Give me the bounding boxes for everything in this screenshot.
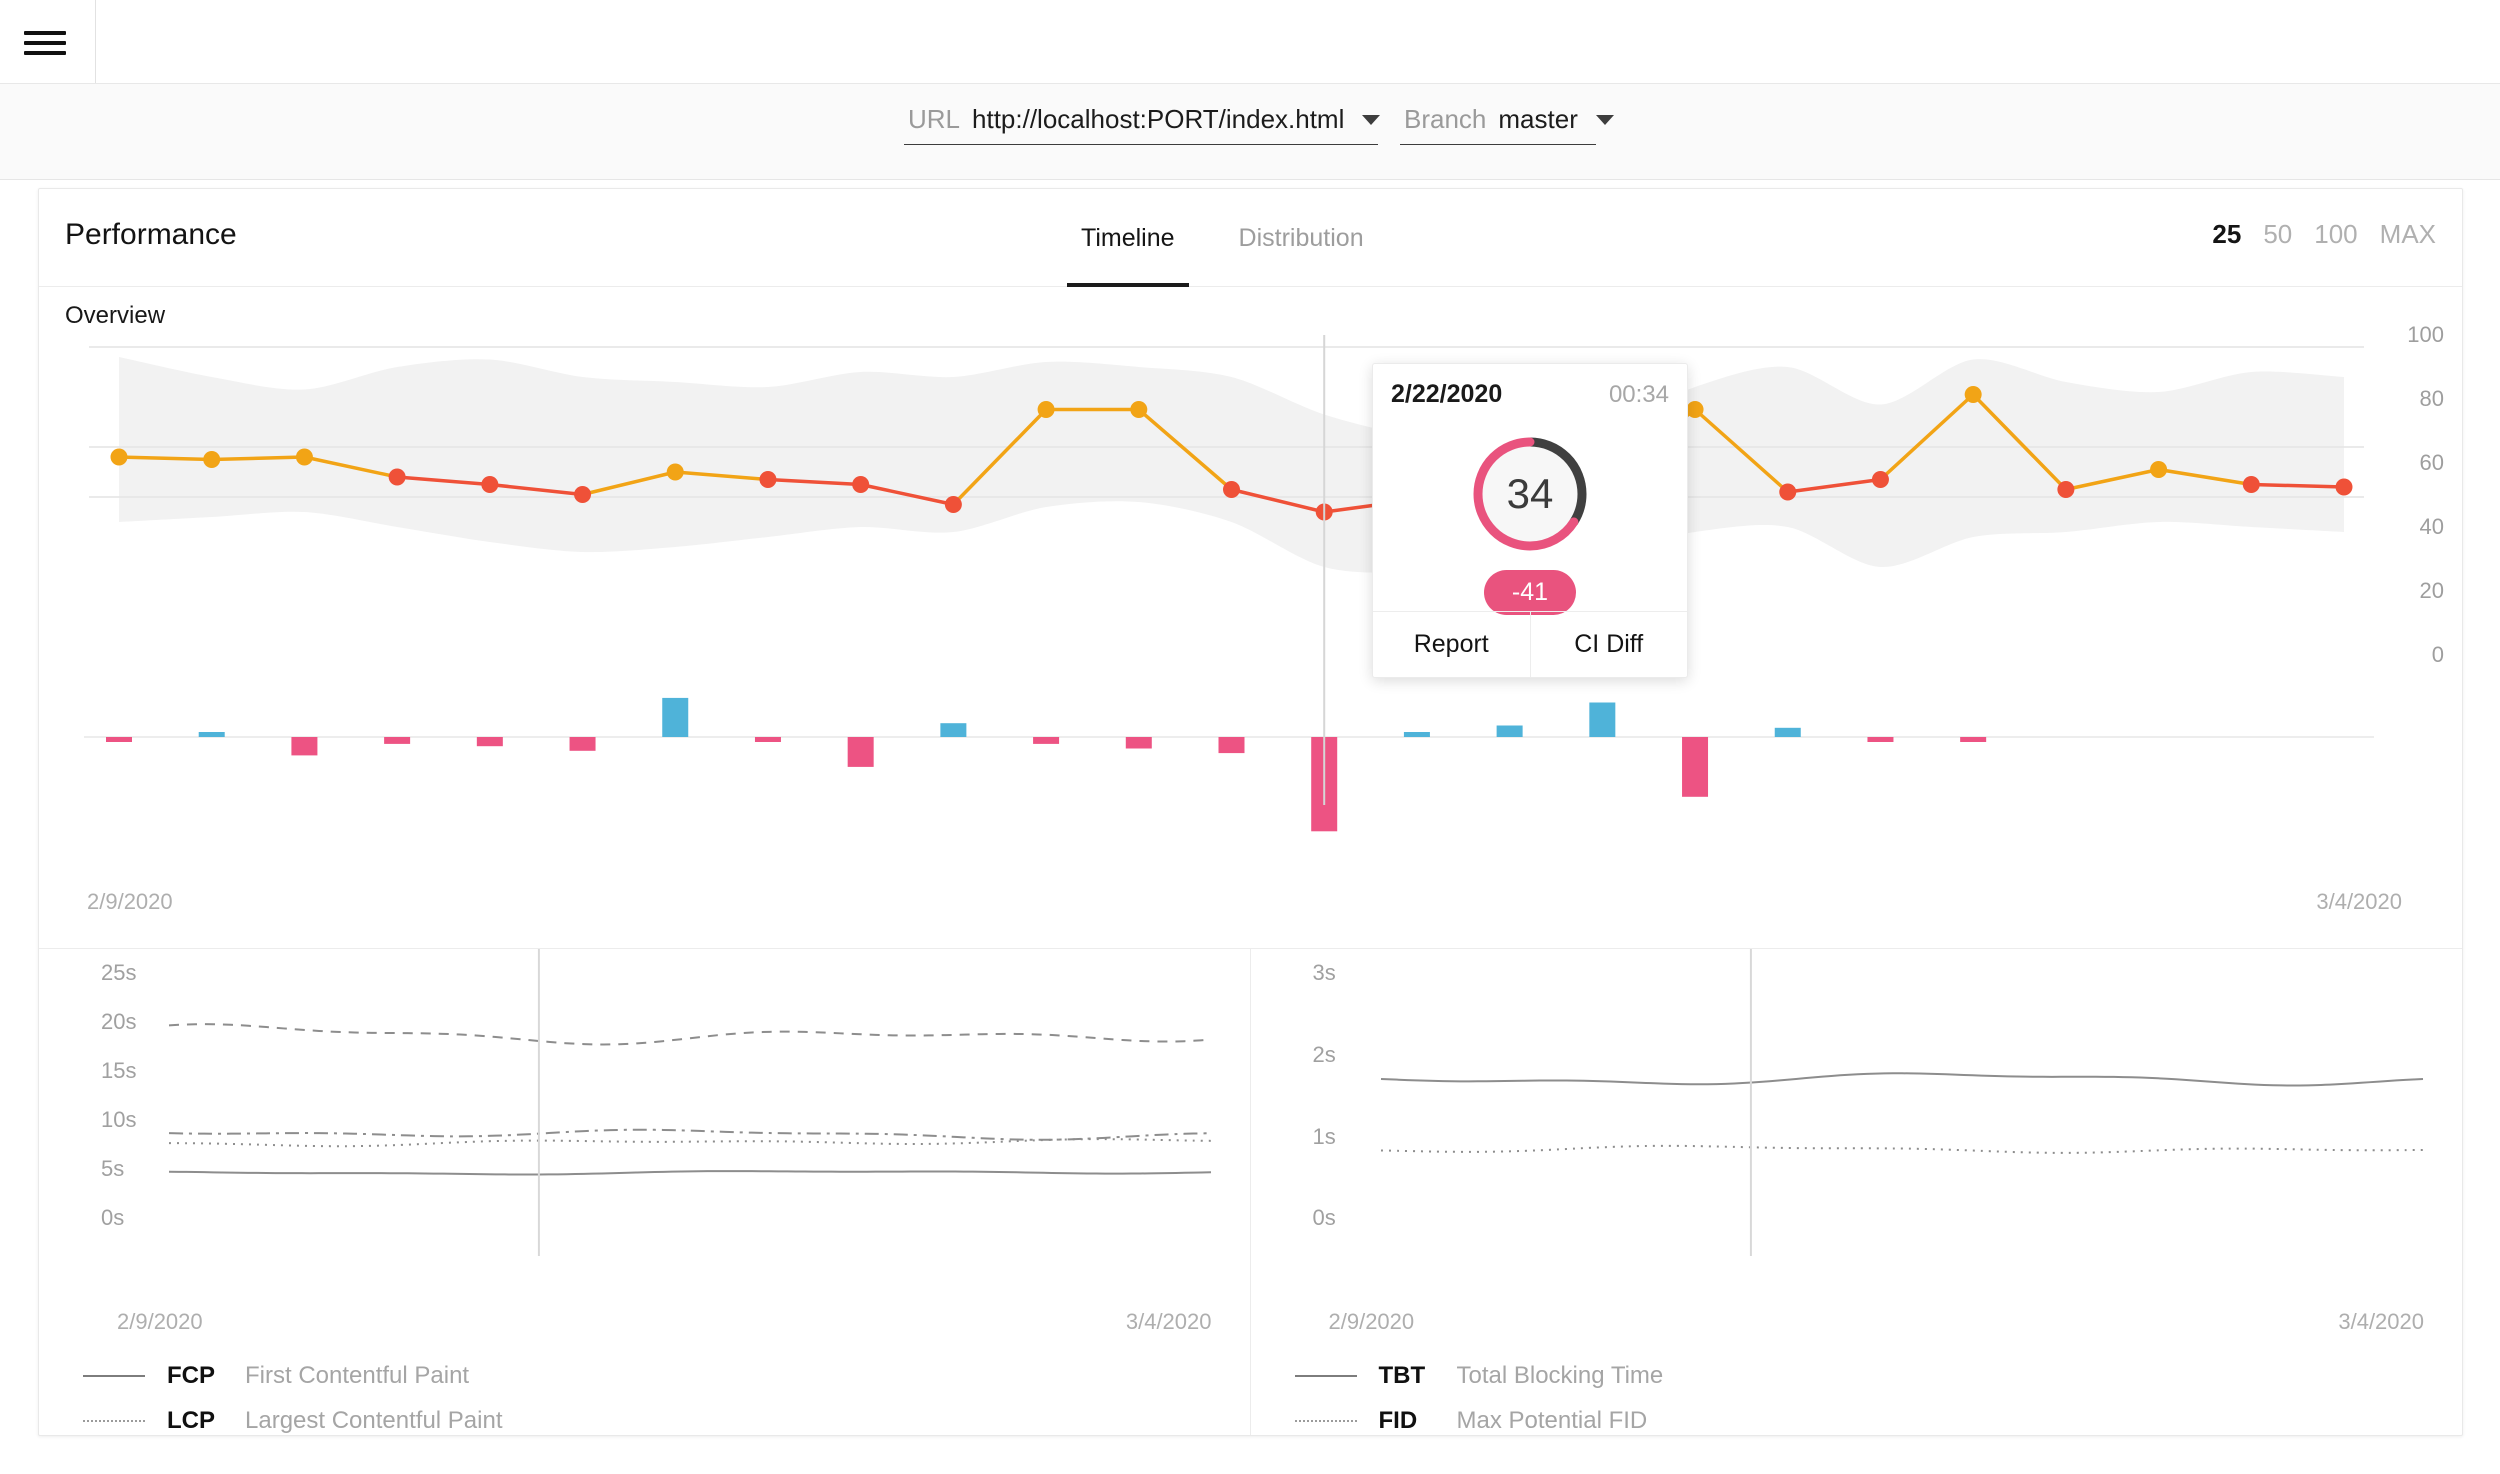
branch-selector-label: Branch (1404, 104, 1487, 134)
count-option-50[interactable]: 50 (2263, 219, 2292, 250)
legend-item-lcp[interactable]: LCP Largest Contentful Paint (83, 1398, 1230, 1435)
overview-chart[interactable] (39, 335, 2463, 895)
loading-metrics-legend: FCP First Contentful Paint LCP Largest C… (83, 1353, 1230, 1435)
legend-name: Max Potential FID (1456, 1406, 1648, 1434)
legend-item-tbt[interactable]: TBT Total Blocking Time (1294, 1353, 2443, 1398)
app-bar (0, 0, 2500, 84)
branch-selector-value: master (1498, 104, 1578, 134)
tab-timeline[interactable]: Timeline (1049, 189, 1207, 287)
chevron-down-icon (1362, 114, 1381, 125)
url-selector-value: http://localhost:PORT/index.html (972, 104, 1345, 134)
legend-name: Total Blocking Time (1456, 1361, 1664, 1389)
date-start: 2/9/2020 (1328, 1309, 1415, 1334)
performance-card: Performance Timeline Distribution 25 50 … (38, 188, 2463, 1436)
chevron-down-icon (1595, 114, 1614, 125)
status-badge: -41 (1483, 570, 1577, 615)
interactivity-metrics-chart[interactable] (1251, 949, 2463, 1299)
line-style-solid-icon (1294, 1374, 1357, 1377)
score-gauge: 34 (1464, 428, 1596, 560)
overview-section: Overview 100 80 60 40 20 0 2/9/2020 3/4/… (39, 287, 2462, 949)
overview-date-end: 3/4/2020 (2316, 889, 2402, 914)
line-style-solid-icon (83, 1374, 145, 1377)
loading-metrics-chart[interactable] (39, 949, 1251, 1299)
legend-abbr: FCP (167, 1361, 215, 1389)
report-button[interactable]: Report (1373, 612, 1530, 677)
tooltip-header: 2/22/2020 00:34 (1373, 364, 1687, 422)
date-end: 3/4/2020 (2338, 1309, 2424, 1334)
view-tabs: Timeline Distribution (1049, 189, 1396, 287)
page-title: Performance (65, 218, 237, 251)
metrics-section: 25s 20s 15s 10s 5s 0s 2/9/2020 3/4/2020 … (39, 949, 2462, 1435)
legend-item-fid[interactable]: FID Max Potential FID (1294, 1398, 2443, 1435)
legend-abbr: LCP (167, 1406, 215, 1434)
tooltip-date: 2/22/2020 (1391, 380, 1503, 408)
legend-abbr: TBT (1378, 1361, 1426, 1389)
interactivity-metrics-legend: TBT Total Blocking Time FID Max Potentia… (1294, 1353, 2443, 1435)
card-header: Performance Timeline Distribution 25 50 … (39, 189, 2462, 287)
count-option-100[interactable]: 100 (2314, 219, 2357, 250)
selector-group: URL http://localhost:PORT/index.html Bra… (904, 104, 1614, 145)
loading-metrics-panel: 25s 20s 15s 10s 5s 0s 2/9/2020 3/4/2020 … (39, 949, 1251, 1435)
date-end: 3/4/2020 (1125, 1309, 1212, 1334)
tooltip-actions: Report CI Diff (1373, 611, 1687, 677)
count-option-25[interactable]: 25 (2212, 219, 2241, 250)
legend-item-fcp[interactable]: FCP First Contentful Paint (83, 1353, 1230, 1398)
date-start: 2/9/2020 (117, 1309, 203, 1334)
run-tooltip-popup[interactable]: 2/22/2020 00:34 34 -41 Report CI Diff (1372, 363, 1688, 678)
branch-selector[interactable]: Branch master (1400, 104, 1614, 145)
line-style-dotted-icon (1294, 1419, 1357, 1422)
count-option-max[interactable]: MAX (2380, 219, 2436, 250)
legend-name: First Contentful Paint (245, 1361, 470, 1389)
interactivity-metrics-panel: 3s 2s 1s 0s 2/9/2020 3/4/2020 TBT Total … (1251, 949, 2463, 1435)
interactivity-metrics-date-axis: 2/9/2020 3/4/2020 (1251, 1309, 2463, 1343)
tab-distribution[interactable]: Distribution (1207, 189, 1396, 287)
url-selector-label: URL (908, 104, 961, 134)
url-branch-strip: URL http://localhost:PORT/index.html Bra… (0, 84, 2500, 180)
score-delta-wrap: -41 (1373, 570, 1687, 615)
overview-date-axis: 2/9/2020 3/4/2020 (39, 889, 2462, 929)
url-selector[interactable]: URL http://localhost:PORT/index.html (904, 104, 1381, 145)
score-gauge-wrap: 34 (1373, 418, 1687, 570)
line-style-dotted-icon (83, 1419, 145, 1422)
overview-date-start: 2/9/2020 (87, 889, 173, 914)
ci-diff-button[interactable]: CI Diff (1529, 612, 1688, 677)
score-value: 34 (1506, 470, 1554, 517)
loading-metrics-date-axis: 2/9/2020 3/4/2020 (39, 1309, 1250, 1343)
legend-abbr: FID (1378, 1406, 1418, 1434)
tooltip-time: 00:34 (1608, 381, 1669, 408)
run-count-selector: 25 50 100 MAX (2212, 219, 2436, 250)
app-bar-left-slot (0, 0, 96, 83)
overview-label: Overview (65, 302, 166, 329)
hamburger-menu-icon[interactable] (22, 27, 68, 59)
legend-name: Largest Contentful Paint (245, 1406, 503, 1434)
